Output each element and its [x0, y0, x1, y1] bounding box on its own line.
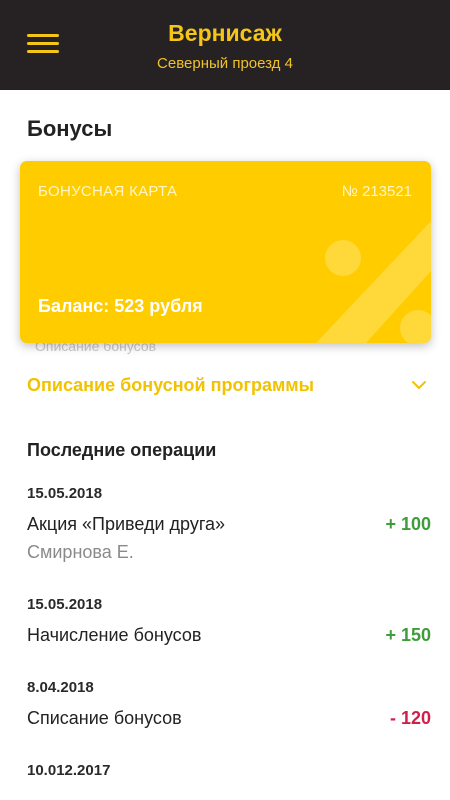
- operation-amount: + 150: [385, 625, 431, 645]
- operation-amount: - 120: [389, 708, 431, 728]
- operations-title: Последние операции: [27, 440, 217, 460]
- app-header: Вернисаж Северный проезд 4: [0, 0, 450, 90]
- operation-date: 10.012.2017: [27, 762, 111, 779]
- operation-subtitle: Смирнова Е.: [27, 542, 134, 562]
- bonus-card[interactable]: БОНУСНАЯ КАРТА № 213521 Баланс: 523 рубл…: [20, 161, 431, 343]
- operation-date: 8.04.2018: [27, 679, 94, 696]
- app-title: Вернисаж: [168, 20, 282, 46]
- card-balance: Баланс: 523 рубля: [38, 296, 203, 316]
- operation-name: Начисление бонусов: [27, 625, 202, 645]
- operation-name: Списание бонусов: [27, 708, 182, 728]
- menu-icon-line: [27, 50, 59, 53]
- page-title: Бонусы: [27, 116, 113, 141]
- program-description-label: Описание бонусной программы: [27, 375, 314, 395]
- operation-date: 15.05.2018: [27, 596, 103, 613]
- program-description-toggle[interactable]: Описание бонусной программы: [27, 375, 427, 401]
- app-subtitle: Северный проезд 4: [157, 55, 293, 72]
- card-label: БОНУСНАЯ КАРТА: [38, 183, 178, 200]
- operation-name: Акция «Приведи друга»: [27, 514, 226, 534]
- card-number: № 213521: [341, 183, 412, 200]
- chevron-down-icon: [412, 381, 426, 389]
- operation-amount: + 100: [385, 514, 431, 534]
- operation-date: 15.05.2018: [27, 485, 103, 502]
